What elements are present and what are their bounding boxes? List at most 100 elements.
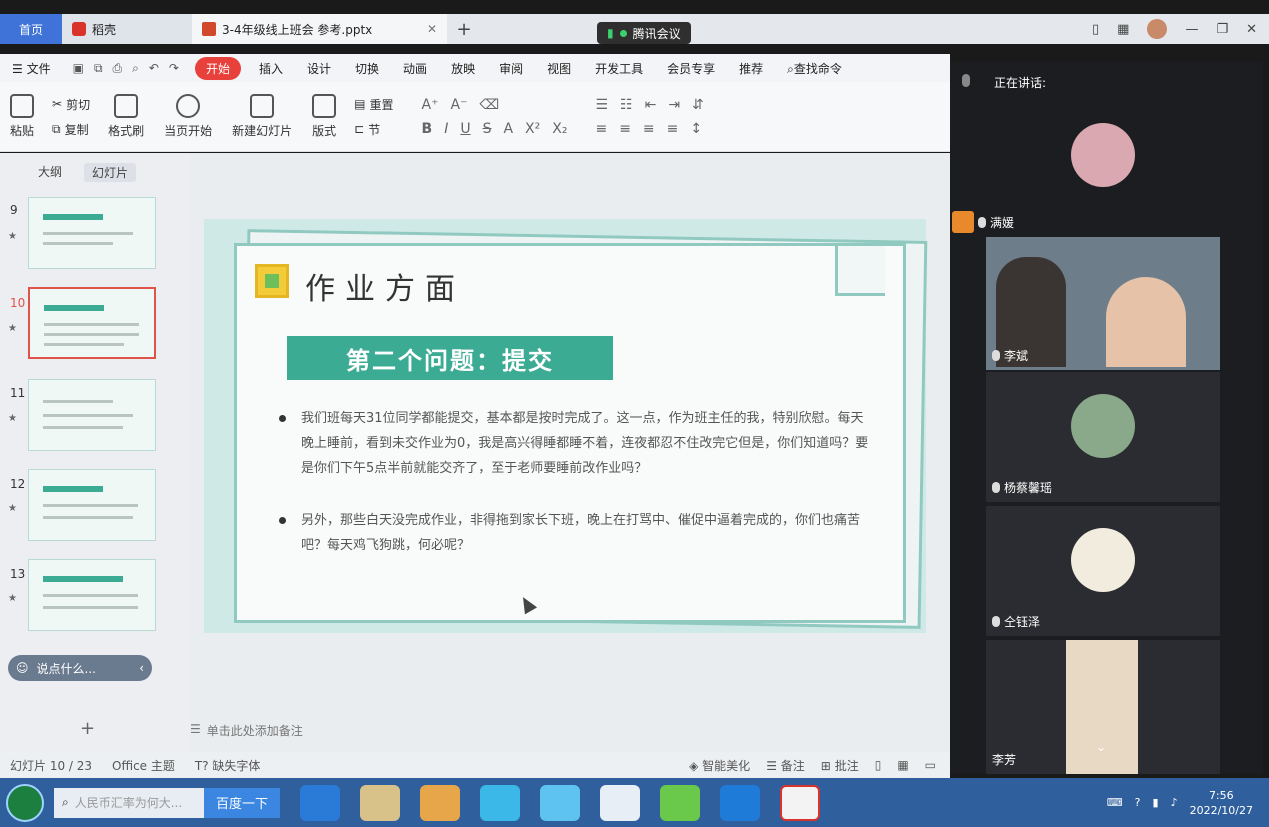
- media-player-icon[interactable]: [420, 784, 460, 821]
- align-right-icon[interactable]: ≡: [643, 121, 655, 137]
- participant-tile[interactable]: 杨蔡馨瑶: [986, 372, 1220, 502]
- menu-recommend[interactable]: 推荐: [727, 60, 775, 77]
- reading-view-icon[interactable]: ▭: [925, 758, 936, 772]
- grid-icon[interactable]: ▦: [1117, 22, 1129, 37]
- menu-developer[interactable]: 开发工具: [583, 60, 655, 77]
- meeting-badge[interactable]: ▮ 腾讯会议: [597, 22, 691, 44]
- new-tab-button[interactable]: +: [447, 14, 481, 44]
- clock[interactable]: 7:56 2022/10/27: [1190, 788, 1253, 818]
- slide[interactable]: 作业方面 第二个问题：提交 我们班每天31位同学都能提交，基本都是按时完成了。这…: [204, 219, 928, 633]
- wps-icon[interactable]: [780, 784, 820, 821]
- strikethrough-icon[interactable]: S: [483, 121, 492, 137]
- save-icon[interactable]: ▣: [73, 61, 84, 76]
- sorter-view-icon[interactable]: ▦: [897, 758, 908, 772]
- from-current-button[interactable]: 当页开始: [154, 82, 222, 151]
- menu-insert[interactable]: 插入: [247, 60, 295, 77]
- avatar[interactable]: [1147, 19, 1168, 39]
- video-app-icon[interactable]: [480, 784, 520, 821]
- italic-icon[interactable]: I: [444, 121, 448, 137]
- format-painter-button[interactable]: 格式刷: [98, 82, 154, 151]
- slide-subtitle[interactable]: 第二个问题：提交: [287, 336, 613, 380]
- ie-icon[interactable]: [300, 784, 340, 821]
- superscript-icon[interactable]: X²: [525, 121, 540, 137]
- bullet-paragraph-1[interactable]: 我们班每天31位同学都能提交，基本都是按时完成了。这一点，作为班主任的我，特别欣…: [279, 406, 871, 481]
- slide-thumbnail-11[interactable]: [28, 379, 156, 451]
- comments-button[interactable]: ⊞ 批注: [821, 757, 859, 774]
- window-close-icon[interactable]: ✕: [1246, 22, 1257, 37]
- network-icon[interactable]: ▮: [1153, 796, 1159, 809]
- normal-view-icon[interactable]: ▯: [875, 758, 882, 772]
- baidu-search-button[interactable]: 百度一下: [204, 787, 280, 818]
- notes-area[interactable]: ☰ 单击此处添加备注: [190, 722, 303, 739]
- menu-animation[interactable]: 动画: [391, 60, 439, 77]
- menu-slideshow[interactable]: 放映: [439, 60, 487, 77]
- chevron-down-icon[interactable]: ⌄: [1096, 740, 1106, 754]
- section-button[interactable]: ⊏ 节: [354, 121, 393, 138]
- volume-icon[interactable]: ♪: [1171, 796, 1178, 809]
- numbered-list-icon[interactable]: ☷: [620, 97, 633, 113]
- chevron-left-icon[interactable]: ‹: [139, 661, 144, 675]
- text-direction-icon[interactable]: ⇵: [692, 97, 704, 113]
- menu-review[interactable]: 审阅: [487, 60, 535, 77]
- command-search[interactable]: ⌕查找命令: [775, 60, 854, 77]
- menu-transition[interactable]: 切换: [343, 60, 391, 77]
- paste-button[interactable]: 粘贴: [0, 82, 44, 151]
- layout-icon[interactable]: ▯: [1092, 22, 1099, 37]
- photo-app-icon[interactable]: [600, 784, 640, 821]
- keyboard-icon[interactable]: ⌨: [1107, 796, 1123, 809]
- menu-design[interactable]: 设计: [295, 60, 343, 77]
- cut-button[interactable]: ✂ 剪切: [52, 96, 90, 113]
- bold-icon[interactable]: B: [422, 121, 433, 137]
- print-icon[interactable]: ⎙: [113, 61, 123, 76]
- font-color-icon[interactable]: A: [503, 121, 513, 137]
- preview-icon[interactable]: ⌕: [132, 61, 139, 76]
- subscript-icon[interactable]: X₂: [552, 121, 567, 137]
- menu-start[interactable]: 开始: [194, 56, 241, 80]
- menu-member[interactable]: 会员专享: [655, 60, 727, 77]
- tab-slides[interactable]: 幻灯片: [84, 163, 137, 182]
- bullet-paragraph-2[interactable]: 另外，那些白天没完成作业，非得拖到家长下班，晚上在打骂中、催促中逼着完成的，你们…: [279, 508, 871, 558]
- undo-icon[interactable]: ↶: [149, 61, 159, 76]
- notes-toggle-button[interactable]: ☰ 备注: [766, 757, 805, 774]
- menu-file[interactable]: ☰ 文件: [0, 60, 63, 77]
- missing-font-button[interactable]: T? 缺失字体: [185, 757, 271, 774]
- slide-thumbnail-10[interactable]: [28, 287, 156, 359]
- tab-daoke[interactable]: 稻壳: [62, 14, 192, 44]
- line-spacing-icon[interactable]: ↕: [690, 121, 702, 137]
- taskbar-search-input[interactable]: ⌕ 人民币汇率为何大...: [54, 787, 204, 818]
- align-center-icon[interactable]: ≡: [619, 121, 631, 137]
- reset-button[interactable]: ▤ 重置: [354, 96, 393, 113]
- slide-thumbnail-12[interactable]: [28, 469, 156, 541]
- bullet-list-icon[interactable]: ☰: [595, 97, 608, 113]
- help-icon[interactable]: ?: [1135, 796, 1141, 809]
- font-grow-icon[interactable]: A⁺: [422, 97, 439, 113]
- tab-home[interactable]: 首页: [0, 14, 62, 44]
- slide-title[interactable]: 作业方面: [305, 264, 465, 308]
- minimize-icon[interactable]: —: [1185, 22, 1198, 37]
- clear-format-icon[interactable]: ⌫: [479, 97, 499, 113]
- participant-tile[interactable]: 仝钰泽: [986, 506, 1220, 636]
- indent-icon[interactable]: ⇥: [668, 97, 680, 113]
- layout-button[interactable]: 版式: [302, 82, 346, 151]
- menu-view[interactable]: 视图: [535, 60, 583, 77]
- beautify-button[interactable]: ◈ 智能美化: [689, 757, 750, 774]
- tab-document[interactable]: 3-4年级线上班会 参考.pptx ✕: [192, 14, 447, 44]
- participant-tile[interactable]: 满媛: [952, 107, 1220, 235]
- restore-icon[interactable]: ❐: [1216, 22, 1228, 37]
- export-icon[interactable]: ⧉: [94, 61, 103, 76]
- slide-thumbnail-9[interactable]: [28, 197, 156, 269]
- browser-icon[interactable]: [540, 784, 580, 821]
- chat-input-pill[interactable]: ☺ 说点什么... ‹: [8, 655, 152, 681]
- participant-tile[interactable]: 李芳 ⌄: [986, 640, 1220, 774]
- justify-icon[interactable]: ≡: [667, 121, 679, 137]
- start-button[interactable]: [6, 783, 44, 822]
- tencent-meeting-icon[interactable]: [720, 784, 760, 821]
- underline-icon[interactable]: U: [460, 121, 470, 137]
- add-slide-button[interactable]: +: [80, 718, 95, 739]
- align-left-icon[interactable]: ≡: [595, 121, 607, 137]
- explorer-icon[interactable]: [360, 784, 400, 821]
- font-shrink-icon[interactable]: A⁻: [450, 97, 467, 113]
- redo-icon[interactable]: ↷: [169, 61, 179, 76]
- wechat-icon[interactable]: [660, 784, 700, 821]
- copy-button[interactable]: ⧉ 复制: [52, 121, 90, 138]
